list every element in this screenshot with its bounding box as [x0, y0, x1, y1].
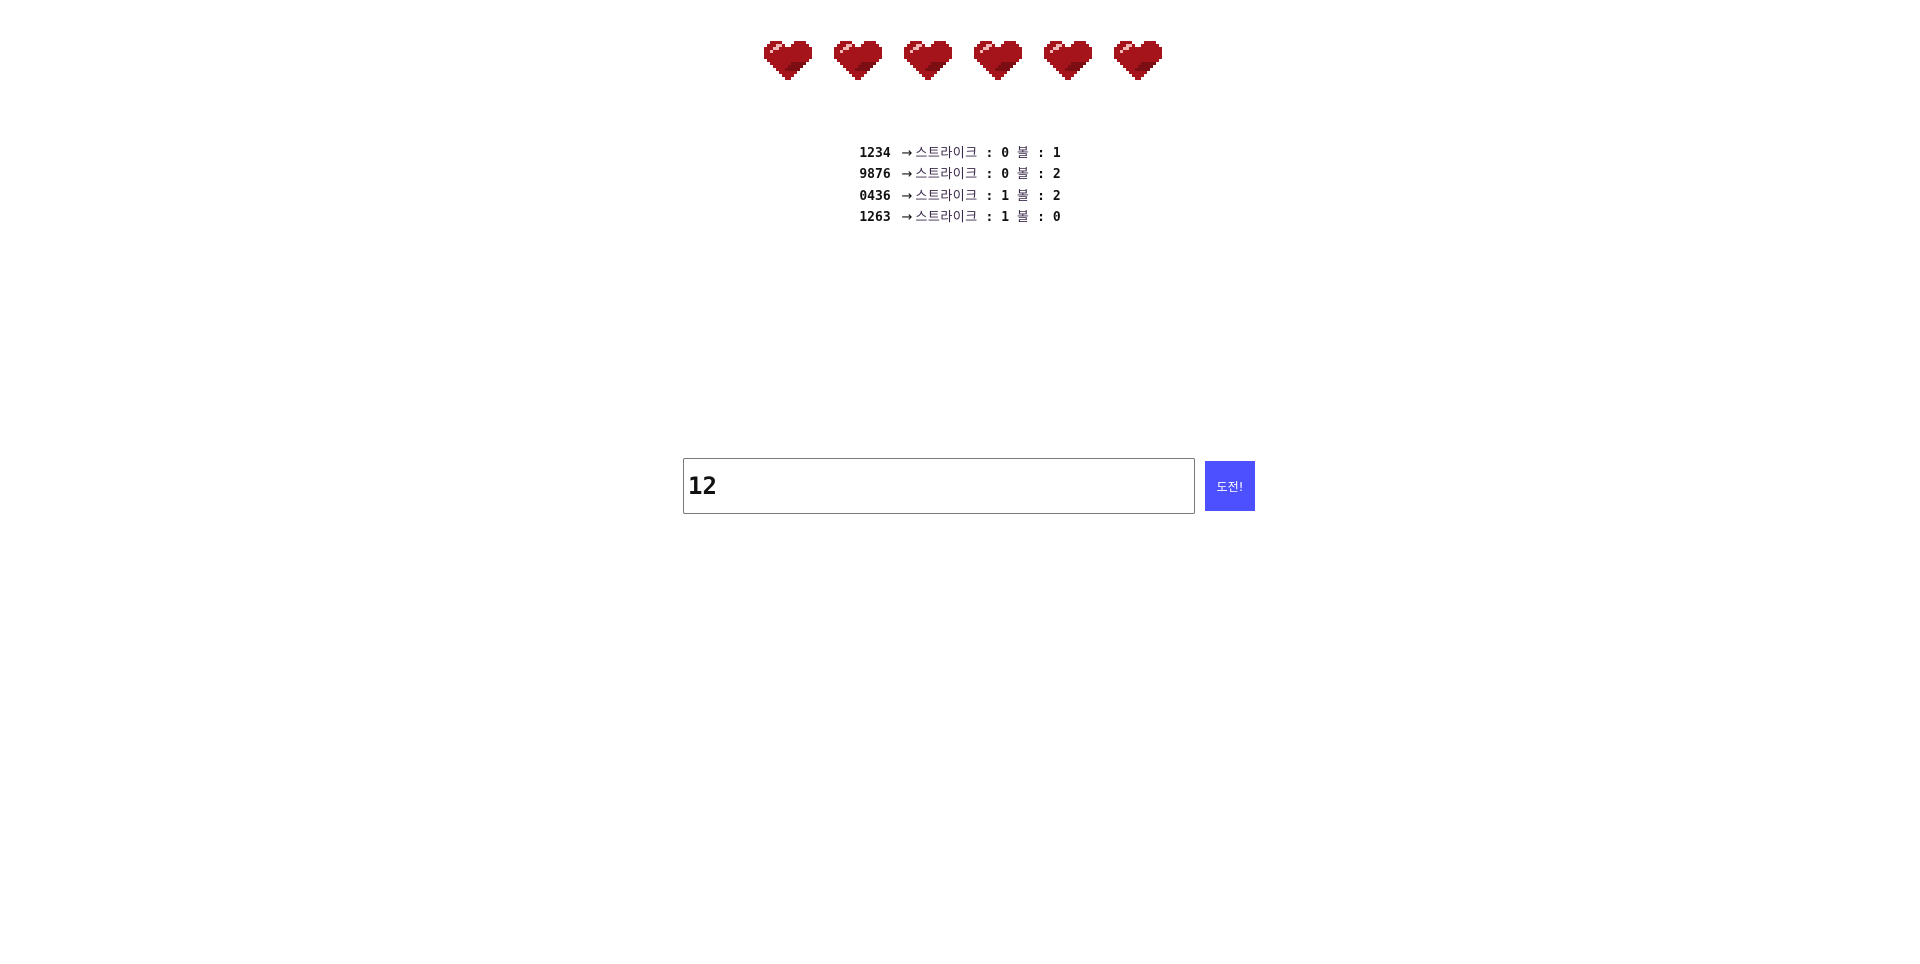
- strike-count: 1: [1001, 209, 1010, 225]
- guess-form: 도전!: [683, 458, 1255, 514]
- lives-bar: [0, 38, 1920, 80]
- strike-count: 1: [1001, 188, 1010, 204]
- pixel-heart-icon: [834, 41, 882, 80]
- pixel-heart-icon: [1044, 41, 1092, 80]
- history-row: 9876 → 스트라이크 : 0 볼 : 2: [0, 164, 1920, 185]
- game-screen: 1234 → 스트라이크 : 0 볼 : 1 9876 → 스트라이크 : 0 볼 …: [0, 0, 1920, 964]
- history-row: 1234 → 스트라이크 : 0 볼 : 1: [0, 143, 1920, 164]
- history-guess: 1234: [859, 146, 891, 161]
- pixel-heart-icon: [904, 41, 952, 80]
- strike-count: 0: [1001, 146, 1010, 161]
- ball-label: 볼: [1016, 167, 1030, 183]
- strike-label: 스트라이크: [915, 188, 978, 204]
- strike-label: 스트라이크: [915, 146, 978, 161]
- arrow-icon: →: [901, 146, 913, 161]
- ball-count: 2: [1052, 188, 1061, 204]
- history-guess: 9876: [859, 167, 891, 183]
- ball-count: 2: [1052, 167, 1061, 183]
- ball-label: 볼: [1016, 209, 1030, 225]
- history-row: 1263 → 스트라이크 : 1 볼 : 0: [0, 207, 1920, 228]
- ball-separator: :: [1037, 209, 1045, 225]
- strike-label: 스트라이크: [915, 167, 978, 183]
- ball-label: 볼: [1016, 188, 1030, 204]
- arrow-icon: →: [901, 209, 913, 225]
- ball-label: 볼: [1016, 146, 1030, 161]
- ball-count: 0: [1052, 209, 1061, 225]
- ball-separator: :: [1037, 146, 1045, 161]
- ball-count: 1: [1052, 146, 1061, 161]
- challenge-button[interactable]: 도전!: [1205, 461, 1255, 511]
- strike-count: 0: [1001, 167, 1010, 183]
- strike-label: 스트라이크: [915, 209, 978, 225]
- strike-separator: :: [985, 146, 994, 161]
- pixel-heart-icon: [764, 41, 812, 80]
- history-guess: 0436: [859, 188, 891, 204]
- pixel-heart-icon: [974, 41, 1022, 80]
- guess-input[interactable]: [683, 458, 1195, 514]
- history-guess: 1263: [859, 209, 891, 225]
- pixel-heart-icon: [1114, 41, 1162, 80]
- strike-separator: :: [985, 188, 994, 204]
- strike-separator: :: [985, 167, 994, 183]
- strike-separator: :: [985, 209, 994, 225]
- arrow-icon: →: [901, 188, 913, 204]
- ball-separator: :: [1037, 188, 1045, 204]
- history-row: 0436 → 스트라이크 : 1 볼 : 2: [0, 186, 1920, 207]
- guess-history: 1234 → 스트라이크 : 0 볼 : 1 9876 → 스트라이크 : 0 볼 …: [0, 143, 1920, 228]
- arrow-icon: →: [901, 167, 913, 183]
- ball-separator: :: [1037, 167, 1045, 183]
